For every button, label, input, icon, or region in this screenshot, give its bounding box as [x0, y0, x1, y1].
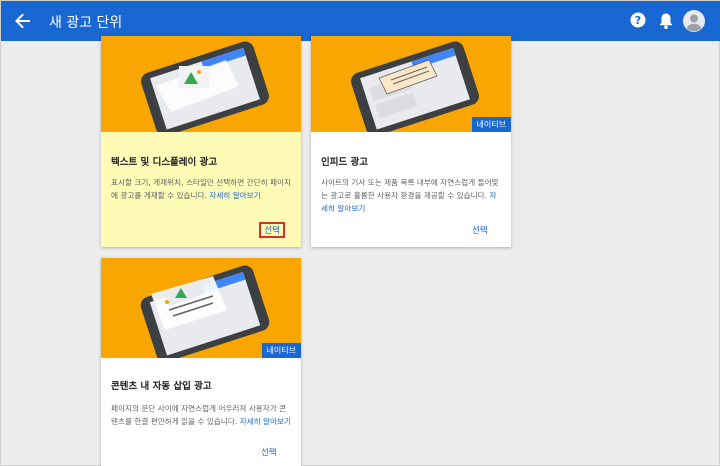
card-illustration: 네이티브 — [311, 36, 511, 132]
card-body: 콘텐츠 내 자동 삽입 광고 페이지의 문단 사이에 자연스럽게 어우러져 사용… — [101, 358, 301, 466]
learn-more-link[interactable]: 자세히 알아보기 — [209, 191, 260, 200]
ad-card-infeed[interactable]: 네이티브 인피드 광고 사이트의 기사 또는 제품 목록 내부에 자연스럽게 들… — [311, 36, 511, 247]
card-illustration — [101, 36, 301, 132]
card-title: 인피드 광고 — [321, 157, 369, 168]
native-badge: 네이티브 — [261, 343, 301, 358]
account-icon[interactable] — [683, 10, 705, 32]
select-button[interactable]: 선택 — [472, 224, 488, 236]
app-bar: 새 광고 단위 ? — [1, 1, 720, 41]
card-title: 텍스트 및 디스플레이 광고 — [111, 157, 218, 168]
card-description: 표시할 크기, 게재위치, 스타일만 선택하면 간단히 페이지에 광고를 게재할… — [111, 178, 291, 200]
select-button[interactable]: 선택 — [259, 222, 285, 238]
ad-card-in-article[interactable]: 네이티브 콘텐츠 내 자동 삽입 광고 페이지의 문단 사이에 자연스럽게 어우… — [101, 258, 301, 466]
svg-text:?: ? — [635, 14, 641, 27]
ad-card-text-display[interactable]: 텍스트 및 디스플레이 광고 표시할 크기, 게재위치, 스타일만 선택하면 간… — [101, 36, 301, 247]
card-body: 인피드 광고 사이트의 기사 또는 제품 목록 내부에 자연스럽게 들어맞는 광… — [311, 132, 511, 247]
arrow-back-icon[interactable] — [11, 9, 35, 33]
card-title: 콘텐츠 내 자동 삽입 광고 — [111, 381, 212, 392]
native-badge: 네이티브 — [471, 117, 511, 132]
learn-more-link[interactable]: 자세히 알아보기 — [240, 417, 291, 426]
card-illustration: 네이티브 — [101, 258, 301, 358]
card-description: 페이지의 문단 사이에 자연스럽게 어우러져 사용자가 콘텐츠를 한결 편안하게… — [111, 404, 292, 426]
notifications-icon[interactable] — [658, 12, 674, 30]
card-body: 텍스트 및 디스플레이 광고 표시할 크기, 게재위치, 스타일만 선택하면 간… — [101, 132, 301, 247]
help-icon[interactable]: ? — [630, 12, 646, 28]
select-button[interactable]: 선택 — [261, 446, 277, 458]
card-description: 사이트의 기사 또는 제품 목록 내부에 자연스럽게 들어맞는 광고로 훌륭한 … — [321, 178, 499, 213]
page-title: 새 광고 단위 — [49, 15, 123, 31]
